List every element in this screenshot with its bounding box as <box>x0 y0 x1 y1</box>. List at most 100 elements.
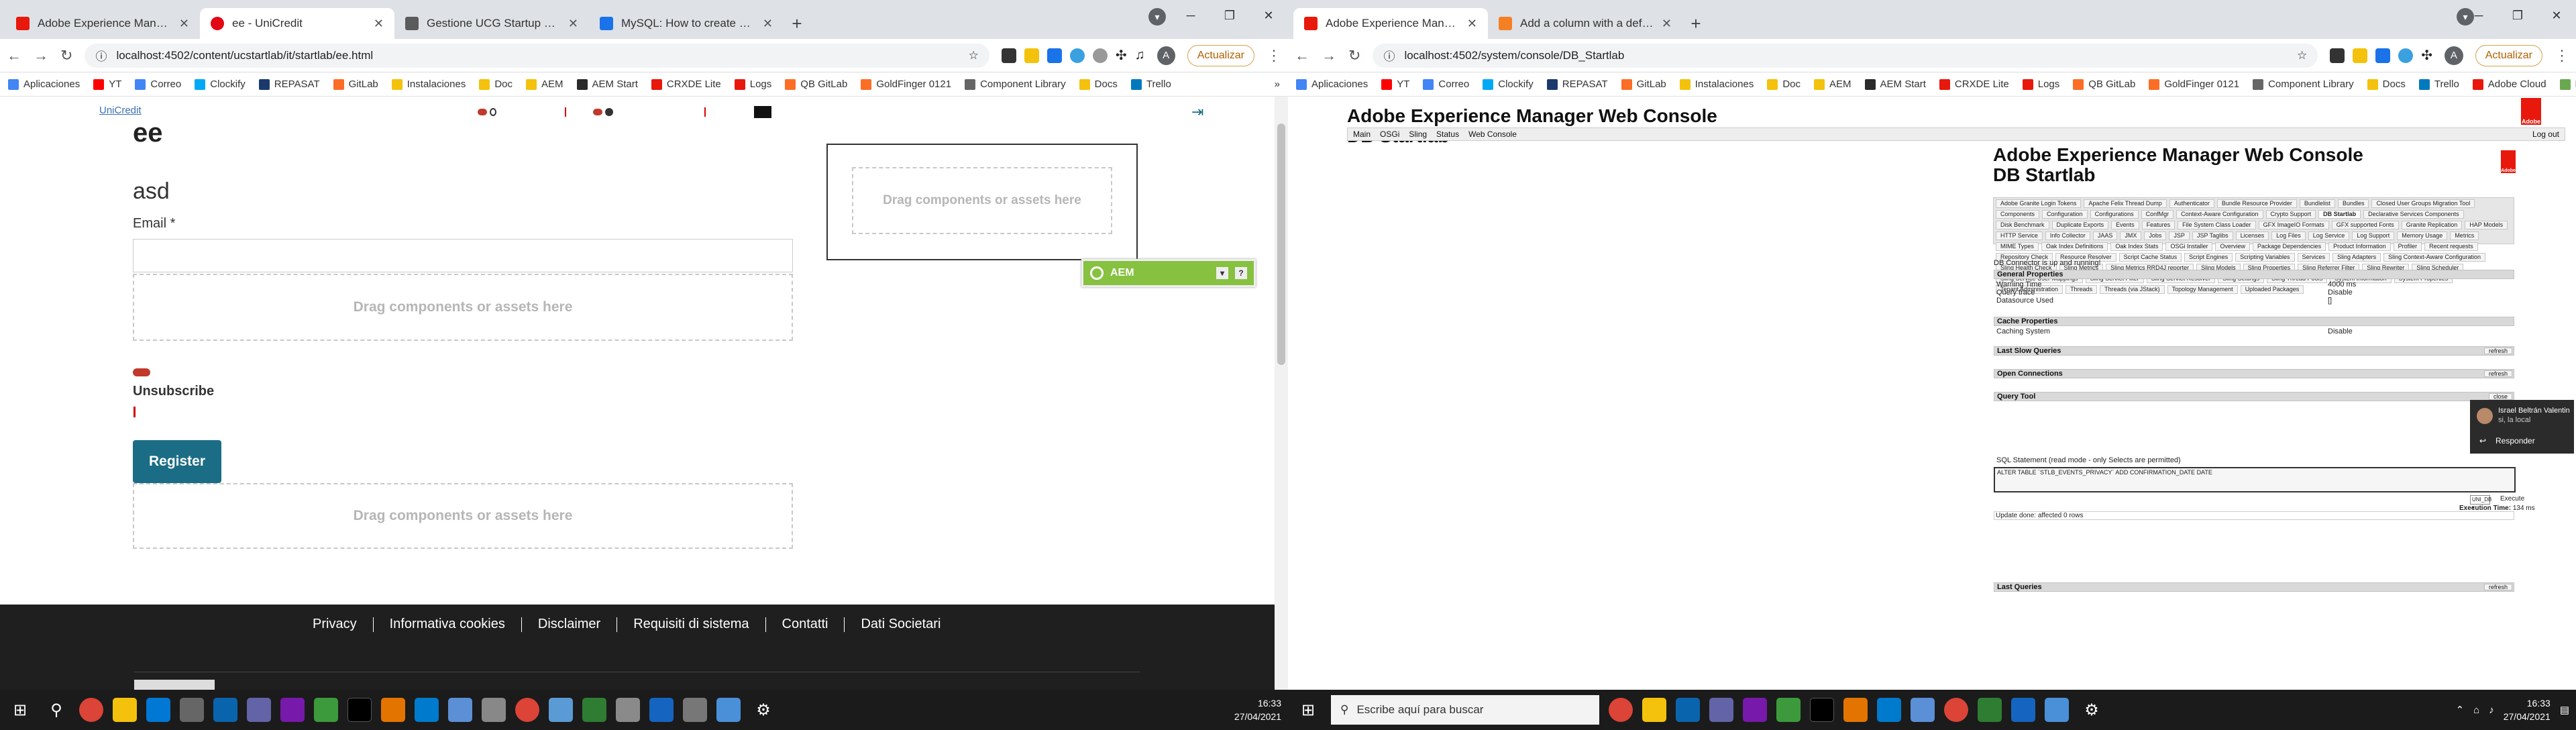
info-icon[interactable]: ⓘ <box>1383 47 1395 64</box>
bookmark-item[interactable]: GitLab <box>1621 79 1666 90</box>
console-plugin-tab[interactable]: HTTP Service <box>1996 231 2043 240</box>
console-menu-item[interactable]: Main <box>1353 129 1371 139</box>
console-plugin-tab[interactable]: DB Startlab <box>2318 210 2361 219</box>
console-plugin-tab[interactable]: Licenses <box>2235 231 2269 240</box>
teams-notification[interactable]: Israel Beltrán Valentin si, la local ↩ R… <box>2470 400 2574 454</box>
bookmark-item[interactable]: YT <box>1381 79 1409 90</box>
bookmark-item[interactable]: GoldFinger 0121 <box>2149 79 2239 90</box>
console-plugin-tab[interactable]: Granite Replication <box>2401 221 2463 229</box>
bookmark-item[interactable]: Docs <box>1079 79 1118 90</box>
app-taskbar-icon[interactable] <box>448 698 472 722</box>
console-plugin-tab[interactable]: Duplicate Exports <box>2051 221 2109 229</box>
console-plugin-tab[interactable]: Configuration <box>2042 210 2088 219</box>
tab-search-icon[interactable]: ▾ <box>1148 8 1166 25</box>
bookmark-item[interactable]: REPASAT <box>1546 79 1608 90</box>
bookmark-item[interactable]: AEM <box>1814 79 1851 90</box>
bookmark-item[interactable]: GoldFinger 0121 <box>861 79 951 90</box>
close-tab-icon[interactable]: ✕ <box>179 17 189 31</box>
console-plugin-tab[interactable]: OSGi Installer <box>2165 242 2213 251</box>
bookmark-item[interactable]: YT <box>93 79 121 90</box>
console-plugin-tab[interactable]: Bundlelist <box>2299 199 2335 208</box>
info-icon[interactable]: ⓘ <box>95 47 107 64</box>
aem-editor-toolbar[interactable]: AEM ▾ ? <box>1081 259 1256 287</box>
address-bar[interactable]: ⓘ localhost:4502/system/console/DB_Start… <box>1373 43 2318 68</box>
refresh-button[interactable]: refresh <box>2483 348 2512 354</box>
app-taskbar-icon[interactable] <box>2045 698 2069 722</box>
register-button[interactable]: Register <box>133 440 221 483</box>
drop-zone[interactable]: Drag components or assets here <box>133 483 793 549</box>
console-plugin-tab[interactable]: ConfMgr <box>2141 210 2174 219</box>
menu-kebab-icon[interactable]: ⋮ <box>1267 47 1281 64</box>
browser-tab[interactable]: Adobe Experience Manager We✕ <box>5 8 200 39</box>
close-tab-icon[interactable]: ✕ <box>1662 17 1672 31</box>
bookmark-item[interactable]: Component Library <box>2253 79 2354 90</box>
new-tab-plus-icon[interactable]: + <box>784 8 810 39</box>
bookmark-item[interactable]: AEM <box>526 79 564 90</box>
minimize-icon[interactable]: ─ <box>2459 0 2498 31</box>
app-taskbar-icon[interactable] <box>549 698 573 722</box>
console-plugin-tab[interactable]: Features <box>2141 221 2176 229</box>
footer-link[interactable]: Dati Societari <box>861 617 941 632</box>
console-plugin-tab[interactable]: Package Dependencies <box>2253 242 2326 251</box>
minimize-icon[interactable]: ─ <box>1171 0 1210 31</box>
bookmark-item[interactable]: Adobe Cloud <box>2472 79 2546 90</box>
maximize-icon[interactable]: ❐ <box>2498 0 2537 31</box>
chrome-taskbar-icon[interactable] <box>1609 698 1633 722</box>
browser-tab[interactable]: Gestione UCG Startup LAB | Pri✕ <box>394 8 589 39</box>
console-plugin-tab[interactable]: Apache Felix Thread Dump <box>2084 199 2167 208</box>
app-taskbar-icon[interactable] <box>180 698 204 722</box>
console-menu-item[interactable]: OSGi <box>1380 129 1399 139</box>
volume-icon[interactable]: ♪ <box>2489 705 2494 716</box>
teams-taskbar-icon[interactable] <box>1709 698 1733 722</box>
app-taskbar-icon[interactable] <box>582 698 606 722</box>
settings-gear-icon[interactable]: ⚙ <box>2078 696 2105 723</box>
app-taskbar-icon[interactable] <box>683 698 707 722</box>
bookmark-item[interactable]: Instalaciones <box>1679 79 1754 90</box>
console-plugin-tab[interactable]: Disk Benchmark <box>1996 221 2049 229</box>
vscode-taskbar-icon[interactable] <box>1877 698 1901 722</box>
console-plugin-tab[interactable]: Info Collector <box>2045 231 2090 240</box>
close-tab-icon[interactable]: ✕ <box>374 17 384 31</box>
console-plugin-tab[interactable]: Crypto Support <box>2265 210 2316 219</box>
bookmark-item[interactable]: AEM Start <box>576 79 638 90</box>
bookmark-item[interactable]: Correo <box>135 79 181 90</box>
bookmark-item[interactable]: CRXDE Lite <box>651 79 721 90</box>
back-arrow-icon[interactable]: ← <box>1295 47 1309 64</box>
network-icon[interactable]: ⌂ <box>2473 705 2479 716</box>
console-plugin-tab[interactable]: Log Service <box>2308 231 2350 240</box>
app-taskbar-icon[interactable] <box>146 698 170 722</box>
extension-icon[interactable] <box>1024 48 1039 63</box>
footer-link[interactable]: Requisiti di sistema <box>633 617 749 632</box>
bookmark-item[interactable]: Logs <box>2022 79 2059 90</box>
reply-button[interactable]: Responder <box>2496 436 2535 446</box>
reload-icon[interactable]: ↻ <box>60 47 72 64</box>
update-button[interactable]: Actualizar <box>1187 44 1254 66</box>
update-button[interactable]: Actualizar <box>2475 44 2542 66</box>
extension-icon[interactable] <box>2375 48 2391 63</box>
console-plugin-tab[interactable]: Script Engines <box>2184 253 2233 262</box>
console-plugin-tab[interactable]: GFX ImageIO Formats <box>2258 221 2329 229</box>
page-scrollbar[interactable] <box>1275 97 1288 690</box>
maximize-icon[interactable]: ❐ <box>1210 0 1249 31</box>
footer-link[interactable]: Contatti <box>782 617 828 632</box>
app-taskbar-icon[interactable] <box>1978 698 2002 722</box>
console-menu-item[interactable]: Status <box>1436 129 1459 139</box>
drop-zone[interactable]: Drag components or assets here <box>133 274 793 341</box>
console-plugin-tab[interactable]: Overview <box>2215 242 2250 251</box>
console-plugin-tab[interactable]: JAAS <box>2092 231 2118 240</box>
help-icon[interactable]: ? <box>1235 267 1247 279</box>
console-plugin-tab[interactable]: Log Files <box>2271 231 2306 240</box>
windows-start-icon[interactable]: ⊞ <box>7 696 34 723</box>
forward-arrow-icon[interactable]: → <box>34 47 48 64</box>
search-icon[interactable]: ⚲ <box>43 696 70 723</box>
terminal-taskbar-icon[interactable] <box>347 698 372 722</box>
notifications-icon[interactable]: ▤ <box>2560 704 2569 716</box>
more-bookmarks-icon[interactable]: » <box>1275 79 1280 90</box>
vscode-taskbar-icon[interactable] <box>415 698 439 722</box>
bookmark-item[interactable]: Correo <box>1423 79 1469 90</box>
clock[interactable]: 16:33 27/04/2021 <box>1234 696 1281 723</box>
console-plugin-tab[interactable]: Jobs <box>2144 231 2167 240</box>
extension-icon[interactable] <box>1069 48 1085 63</box>
console-plugin-tab[interactable]: Recent requests <box>2424 242 2478 251</box>
bookmark-item[interactable]: Docs <box>2367 79 2406 90</box>
